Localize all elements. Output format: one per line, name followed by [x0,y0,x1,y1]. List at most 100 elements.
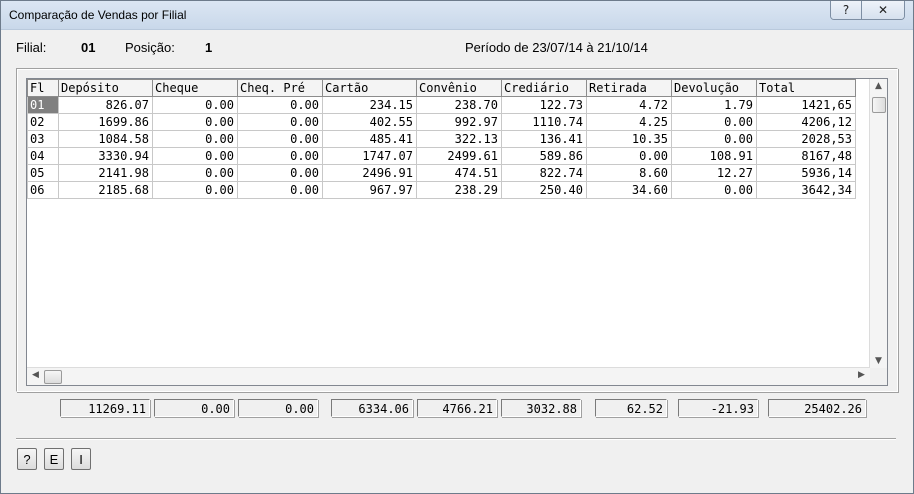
table-cell[interactable]: 322.13 [416,130,502,148]
table-cell[interactable]: 238.29 [416,181,502,199]
table-cell[interactable]: 0.00 [152,130,238,148]
table-cell[interactable]: 234.15 [322,96,417,114]
e-button[interactable]: E [44,448,64,470]
table-cell[interactable]: 0.00 [671,130,757,148]
empty-cell[interactable] [238,279,323,295]
filial-cell[interactable]: 01 [27,96,59,114]
empty-cell[interactable] [587,327,672,343]
table-row[interactable] [28,231,856,247]
empty-cell[interactable] [153,247,238,263]
empty-cell[interactable] [59,279,153,295]
table-cell[interactable]: 238.70 [416,96,502,114]
table-cell[interactable]: 967.97 [322,181,417,199]
empty-cell[interactable] [587,215,672,231]
table-cell[interactable]: 8167,48 [756,147,856,165]
column-header[interactable]: Cartão [322,79,417,97]
table-cell[interactable]: 474.51 [416,164,502,182]
table-cell[interactable]: 0.00 [237,96,323,114]
empty-cell[interactable] [757,327,856,343]
table-row[interactable]: 04 3330.94 0.00 0.00 1747.07 2499.61 589.86 0.0… [27,147,856,165]
empty-cell[interactable] [587,343,672,359]
table-cell[interactable]: 0.00 [237,181,323,199]
table-cell[interactable]: 0.00 [152,181,238,199]
empty-cell[interactable] [238,343,323,359]
empty-cell[interactable] [28,295,59,311]
table-row[interactable]: 01 826.07 0.00 0.00 234.15 238.70 122.73 4.72 1.… [27,96,856,114]
table-cell[interactable]: 2496.91 [322,164,417,182]
table-cell[interactable]: 4206,12 [756,113,856,131]
table-cell[interactable]: 5936,14 [756,164,856,182]
table-cell[interactable]: 136.41 [501,130,587,148]
help-button[interactable]: ? [17,448,37,470]
filial-cell[interactable]: 06 [27,181,59,199]
table-cell[interactable]: 589.86 [501,147,587,165]
empty-cell[interactable] [587,231,672,247]
empty-cell[interactable] [587,199,672,216]
empty-cell[interactable] [59,327,153,343]
empty-cell[interactable] [417,247,502,263]
empty-cell[interactable] [153,279,238,295]
empty-cell[interactable] [672,279,757,295]
table-cell[interactable]: 0.00 [152,147,238,165]
empty-cell[interactable] [417,327,502,343]
table-cell[interactable]: 3330.94 [58,147,153,165]
scroll-up-icon[interactable]: ▲ [870,81,887,91]
empty-cell[interactable] [323,311,417,327]
table-cell[interactable]: 0.00 [237,130,323,148]
empty-cell[interactable] [757,199,856,216]
empty-cell[interactable] [417,295,502,311]
table-cell[interactable]: 0.00 [152,164,238,182]
table-cell[interactable]: 1421,65 [756,96,856,114]
empty-cell[interactable] [238,311,323,327]
empty-cell[interactable] [238,247,323,263]
empty-cell[interactable] [153,295,238,311]
empty-cell[interactable] [59,343,153,359]
empty-cell[interactable] [28,311,59,327]
empty-cell[interactable] [28,327,59,343]
column-header[interactable]: Depósito [58,79,153,97]
empty-cell[interactable] [417,231,502,247]
table-cell[interactable]: 4.72 [586,96,672,114]
table-row[interactable] [28,311,856,327]
empty-cell[interactable] [59,295,153,311]
empty-cell[interactable] [323,295,417,311]
empty-cell[interactable] [502,327,587,343]
column-header[interactable]: Devolução [671,79,757,97]
table-row[interactable] [28,279,856,295]
table-cell[interactable]: 485.41 [322,130,417,148]
empty-cell[interactable] [417,263,502,279]
empty-cell[interactable] [502,311,587,327]
table-cell[interactable]: 402.55 [322,113,417,131]
empty-cell[interactable] [672,295,757,311]
table-cell[interactable]: 34.60 [586,181,672,199]
column-header[interactable]: Cheq. Pré [237,79,323,97]
table-row[interactable] [28,263,856,279]
empty-cell[interactable] [587,263,672,279]
column-header[interactable]: Cheque [152,79,238,97]
table-cell[interactable]: 0.00 [237,164,323,182]
empty-cell[interactable] [502,263,587,279]
empty-cell[interactable] [323,231,417,247]
empty-cell[interactable] [502,231,587,247]
vertical-scroll-thumb[interactable] [872,97,886,113]
table-cell[interactable]: 0.00 [586,147,672,165]
empty-cell[interactable] [672,263,757,279]
table-cell[interactable]: 826.07 [58,96,153,114]
empty-cell[interactable] [502,295,587,311]
empty-cell[interactable] [28,231,59,247]
table-row[interactable]: 03 1084.58 0.00 0.00 485.41 322.13 136.41 10.35… [27,130,856,148]
empty-cell[interactable] [323,263,417,279]
empty-cell[interactable] [757,311,856,327]
table-cell[interactable]: 2028,53 [756,130,856,148]
empty-cell[interactable] [417,279,502,295]
scroll-right-icon[interactable]: ▶ [853,370,870,380]
empty-cell[interactable] [757,295,856,311]
empty-cell[interactable] [502,343,587,359]
empty-cell[interactable] [28,343,59,359]
table-cell[interactable]: 1084.58 [58,130,153,148]
empty-cell[interactable] [587,279,672,295]
table-cell[interactable]: 0.00 [237,113,323,131]
empty-cell[interactable] [587,311,672,327]
empty-cell[interactable] [757,215,856,231]
table-cell[interactable]: 0.00 [152,96,238,114]
